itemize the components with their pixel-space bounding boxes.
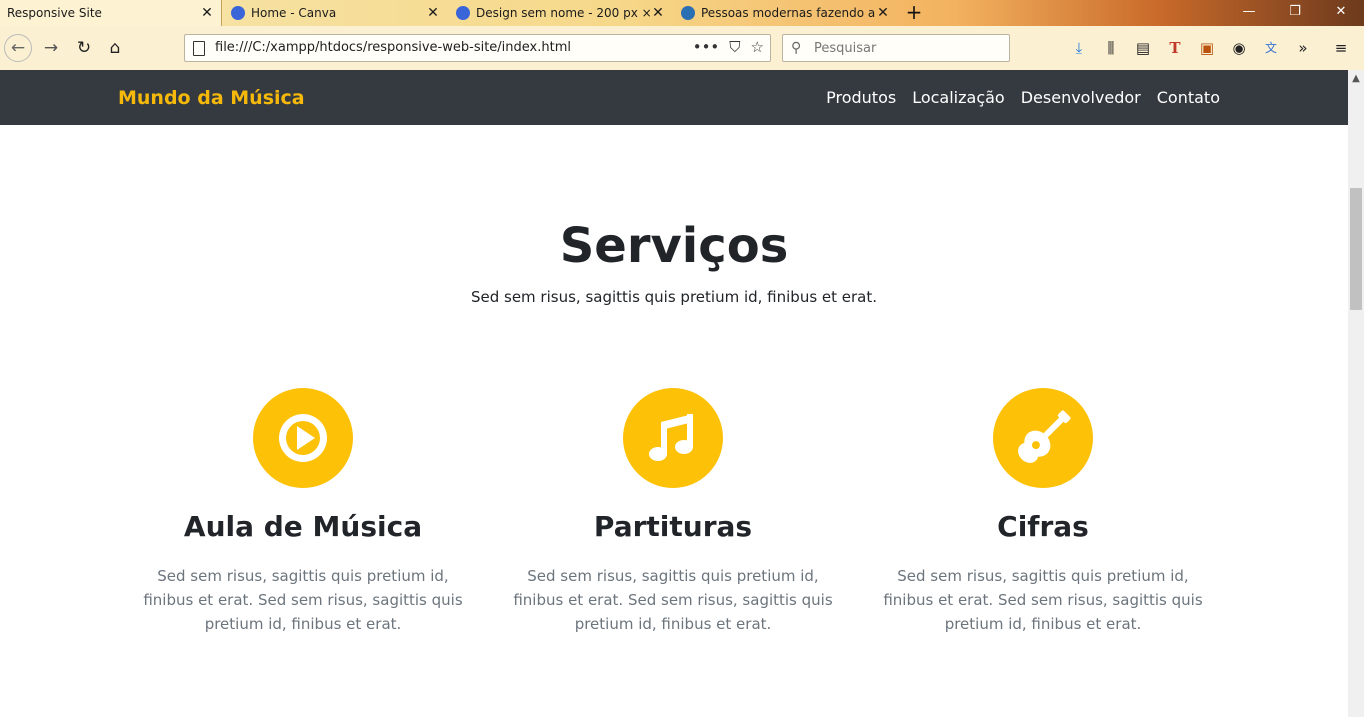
translate-icon[interactable]: 文 [1260, 37, 1282, 59]
page-icon [193, 41, 205, 56]
site-menu: Produtos Localização Desenvolvedor Conta… [826, 88, 1220, 107]
tab-design-sem-nome[interactable]: Design sem nome - 200 px × 20 ✕ [448, 0, 672, 26]
service-text: Sed sem risus, sagittis quis pretium id,… [143, 567, 463, 633]
close-icon[interactable]: ✕ [425, 5, 441, 21]
close-icon[interactable]: ✕ [875, 5, 891, 21]
minimize-icon[interactable]: — [1236, 2, 1262, 22]
library-icon[interactable]: ⫼ [1100, 37, 1122, 59]
service-text: Sed sem risus, sagittis quis pretium id,… [883, 567, 1203, 633]
page-scrollbar[interactable]: ▲ [1348, 70, 1364, 717]
music-note-icon [623, 388, 723, 488]
service-title: Cifras [997, 510, 1089, 543]
page-actions-icon[interactable]: ••• [693, 38, 720, 56]
guitar-icon [993, 388, 1093, 488]
site-favicon-icon [681, 6, 695, 20]
services-subtitle: Sed sem risus, sagittis quis pretium id,… [470, 288, 878, 306]
tab-home-canva[interactable]: Home - Canva ✕ [223, 0, 447, 26]
restore-icon[interactable]: ❐ [1282, 2, 1308, 22]
tab-responsive-site[interactable]: Responsive Site ✕ [0, 0, 222, 26]
sidebar-icon[interactable]: ▤ [1132, 37, 1154, 59]
search-icon: ⚲ [791, 40, 802, 56]
menu-item-desenvolvedor[interactable]: Desenvolvedor [1021, 88, 1141, 107]
forward-button[interactable]: → [37, 34, 65, 62]
account-icon[interactable]: ◉ [1228, 37, 1250, 59]
tab-title: Design sem nome - 200 px × 20 [476, 6, 650, 20]
service-title: Partituras [593, 510, 753, 543]
play-circle-icon [253, 388, 353, 488]
overflow-menu-icon[interactable]: » [1292, 37, 1314, 59]
home-button[interactable]: ⌂ [101, 34, 129, 62]
close-icon[interactable]: ✕ [650, 5, 666, 21]
tab-title: Home - Canva [251, 6, 337, 20]
close-icon[interactable]: ✕ [199, 5, 215, 21]
tab-title: Responsive Site [7, 6, 102, 20]
browser-extension-icons: ⤓ ⫼ ▤ T ▣ ◉ 文 » ≡ [1068, 36, 1352, 60]
service-card-aula: Aula de Música Sed sem risus, sagittis q… [138, 388, 468, 636]
service-card-partituras: Partituras Sed sem risus, sagittis quis … [508, 388, 838, 636]
back-button[interactable]: ← [4, 34, 32, 62]
window-close-icon[interactable]: ✕ [1328, 2, 1354, 22]
browser-tab-strip: Responsive Site ✕ Home - Canva ✕ Design … [0, 0, 1364, 26]
service-text: Sed sem risus, sagittis quis pretium id,… [513, 567, 833, 633]
reload-button[interactable]: ↻ [70, 34, 98, 62]
hamburger-menu-icon[interactable]: ≡ [1330, 37, 1352, 59]
scroll-thumb[interactable] [1350, 188, 1362, 310]
download-icon[interactable]: ⤓ [1068, 37, 1090, 59]
search-field[interactable]: ⚲ Pesquisar [782, 34, 1010, 62]
new-tab-button[interactable]: + [903, 1, 925, 23]
url-text[interactable]: file:///C:/xampp/htdocs/responsive-web-s… [215, 40, 571, 55]
site-brand[interactable]: Mundo da Música [118, 87, 305, 109]
service-title: Aula de Música [183, 510, 423, 543]
pocket-icon[interactable]: ⛉ [729, 38, 740, 56]
address-bar[interactable]: file:///C:/xampp/htdocs/responsive-web-s… [184, 34, 771, 62]
tab-title: Pessoas modernas fazendo ativ [701, 6, 875, 20]
scroll-up-arrow-icon[interactable]: ▲ [1348, 72, 1364, 86]
services-heading: Serviços [559, 218, 789, 274]
canva-favicon-icon [231, 6, 245, 20]
menu-item-produtos[interactable]: Produtos [826, 88, 896, 107]
search-placeholder: Pesquisar [814, 41, 877, 56]
tab-pessoas-modernas[interactable]: Pessoas modernas fazendo ativ ✕ [673, 0, 897, 26]
bookmark-star-icon[interactable]: ☆ [751, 38, 764, 56]
canva-favicon-icon [456, 6, 470, 20]
menu-item-localizacao[interactable]: Localização [912, 88, 1005, 107]
site-navbar: Mundo da Música Produtos Localização Des… [0, 70, 1348, 125]
extension-t-icon[interactable]: T [1164, 37, 1186, 59]
service-card-cifras: Cifras Sed sem risus, sagittis quis pret… [878, 388, 1208, 636]
menu-item-contato[interactable]: Contato [1157, 88, 1220, 107]
extension-square-icon[interactable]: ▣ [1196, 37, 1218, 59]
